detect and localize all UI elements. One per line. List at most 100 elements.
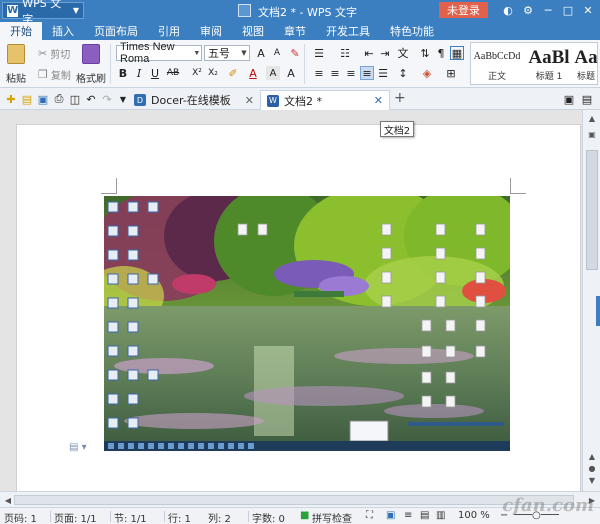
window-title: 文档2 * - WPS 文字 xyxy=(258,6,357,19)
outline-view-icon[interactable]: ≡ xyxy=(404,510,412,521)
format-painter-button[interactable]: 格式刷 xyxy=(76,44,106,85)
scroll-thumb[interactable] xyxy=(586,150,598,270)
distribute-icon[interactable]: ☰ xyxy=(376,66,390,80)
inserted-screenshot-image[interactable] xyxy=(104,196,510,451)
style-heading1[interactable]: AaBl 标题 1 xyxy=(523,43,575,84)
status-word-count[interactable]: 字数: 0 xyxy=(252,510,285,524)
side-panel-toggle[interactable] xyxy=(596,296,600,326)
align-center-icon[interactable]: ≡ xyxy=(328,66,342,80)
login-button[interactable]: 未登录 xyxy=(439,2,488,18)
style-normal[interactable]: AaBbCcDd 正文 xyxy=(471,43,523,84)
underline-icon[interactable]: U xyxy=(148,66,162,80)
close-icon[interactable]: ✕ xyxy=(580,2,596,18)
paragraph-layout-icon[interactable]: ▤ ▾ xyxy=(69,442,87,453)
print-icon[interactable]: ⎙ xyxy=(52,92,66,106)
page-view-icon[interactable]: ▣ xyxy=(386,510,395,521)
settings-icon[interactable]: ⚙ xyxy=(520,2,536,18)
save-icon[interactable]: ▣ xyxy=(36,92,50,106)
numbered-list-icon[interactable]: ☷ xyxy=(338,46,352,60)
menu-tab-review[interactable]: 审阅 xyxy=(190,22,232,40)
menu-tab-references[interactable]: 引用 xyxy=(148,22,190,40)
style-name: 标题 xyxy=(576,72,595,82)
document-tab-bar: ✚ ▤ ▣ ⎙ ◫ ↶ ↷ ▼ D Docer-在线模板 ✕ W 文档2 * ✕… xyxy=(0,88,600,110)
menu-tab-view[interactable]: 视图 xyxy=(232,22,274,40)
align-right-icon[interactable]: ≡ xyxy=(344,66,358,80)
font-color-icon[interactable]: A xyxy=(246,66,260,80)
table-icon[interactable]: ▦ xyxy=(450,46,464,60)
italic-icon[interactable]: I xyxy=(132,66,146,80)
char-border-icon[interactable]: A xyxy=(284,66,298,80)
tab-list-icon[interactable]: ▣ xyxy=(562,92,576,106)
style-gallery: AaBbCcDd 正文 AaBl 标题 1 Aa 标题 xyxy=(470,42,598,85)
chevron-up-icon[interactable]: ▲ xyxy=(586,112,598,124)
tab-document2[interactable]: W 文档2 * ✕ xyxy=(260,90,390,110)
open-folder-icon[interactable]: ▤ xyxy=(20,92,34,106)
full-screen-icon[interactable]: ⛶ xyxy=(366,510,373,521)
font-name-select[interactable]: Times New Roma ▼ xyxy=(116,41,202,65)
justify-icon[interactable]: ≡ xyxy=(360,66,374,80)
tab-docer[interactable]: D Docer-在线模板 ✕ xyxy=(128,90,260,110)
paste-button[interactable]: 粘贴 xyxy=(6,44,26,85)
shading-icon[interactable]: ◈ xyxy=(420,66,434,80)
close-icon[interactable]: ✕ xyxy=(374,94,383,107)
ruler-toggle-icon[interactable]: ▣ xyxy=(586,128,598,140)
save-icon[interactable] xyxy=(238,4,251,17)
borders-icon[interactable]: ⊞ xyxy=(444,66,458,80)
tab-close-all-icon[interactable]: ▤ xyxy=(580,92,594,106)
chevron-left-icon[interactable]: ◀ xyxy=(2,494,14,506)
new-tab-icon[interactable]: + xyxy=(394,90,406,106)
tab-tooltip: 文档2 xyxy=(380,121,414,137)
document-page[interactable]: ▤ ▾ xyxy=(16,124,581,492)
print-preview-icon[interactable]: ◫ xyxy=(68,92,82,106)
bullet-list-icon[interactable]: ☰ xyxy=(312,46,326,60)
highlight-icon[interactable]: ✐ xyxy=(226,66,240,80)
sort-icon[interactable]: ⇅ xyxy=(418,46,432,60)
new-doc-icon[interactable]: ✚ xyxy=(4,92,18,106)
status-row: 行: 1 xyxy=(168,514,191,524)
menu-tab-chapter[interactable]: 章节 xyxy=(274,22,316,40)
clear-format-icon[interactable]: ✎ xyxy=(288,46,302,60)
zoom-level[interactable]: 100 % xyxy=(458,510,490,521)
maximize-icon[interactable]: □ xyxy=(560,2,576,18)
skin-icon[interactable]: ◐ xyxy=(500,2,516,18)
shrink-font-icon[interactable]: A xyxy=(270,46,284,60)
menu-tab-layout[interactable]: 页面布局 xyxy=(84,22,148,40)
line-spacing-icon[interactable]: ↕ xyxy=(396,66,410,80)
font-size-select[interactable]: 五号 ▼ xyxy=(204,45,250,61)
style-heading[interactable]: Aa 标题 xyxy=(573,43,599,84)
show-marks-icon[interactable]: ¶ xyxy=(434,46,448,60)
bold-icon[interactable]: B xyxy=(116,66,130,80)
scroll-thumb[interactable] xyxy=(14,495,574,505)
undo-icon[interactable]: ↶ xyxy=(84,92,98,106)
subscript-icon[interactable]: X₂ xyxy=(206,66,220,80)
menu-bar: 开始 插入 页面布局 引用 审阅 视图 章节 开发工具 特色功能 xyxy=(0,22,600,40)
menu-tab-developer[interactable]: 开发工具 xyxy=(316,22,380,40)
chevron-down-icon[interactable]: ▼ xyxy=(586,474,598,486)
app-menu-button[interactable]: W WPS 文字 ▼ xyxy=(2,0,84,26)
chinese-layout-icon[interactable]: 文 xyxy=(396,46,410,60)
spell-check-toggle[interactable]: 拼写检查 xyxy=(312,510,352,524)
web-view-icon[interactable]: ▤ xyxy=(420,510,429,521)
decrease-indent-icon[interactable]: ⇤ xyxy=(362,46,376,60)
chevron-up-icon[interactable]: ▲ xyxy=(586,450,598,462)
select-browse-icon[interactable]: ● xyxy=(586,462,598,474)
char-shading-icon[interactable]: A xyxy=(266,66,280,80)
cut-button[interactable]: ✂ 剪切 xyxy=(38,46,70,61)
align-left-icon[interactable]: ≡ xyxy=(312,66,326,80)
reading-view-icon[interactable]: ▥ xyxy=(436,510,445,521)
strikethrough-icon[interactable]: AB xyxy=(166,66,180,80)
watermark: cfan.com xyxy=(502,495,594,516)
menu-tab-home[interactable]: 开始 xyxy=(0,22,42,40)
copy-label: 复制 xyxy=(50,71,71,82)
minimize-icon[interactable]: ─ xyxy=(540,2,556,18)
copy-button[interactable]: ❐ 复制 xyxy=(38,67,71,82)
menu-tab-insert[interactable]: 插入 xyxy=(42,22,84,40)
increase-indent-icon[interactable]: ⇥ xyxy=(378,46,392,60)
grow-font-icon[interactable]: A xyxy=(254,46,268,60)
menu-tab-features[interactable]: 特色功能 xyxy=(380,22,444,40)
title-bar: W WPS 文字 ▼ 文档2 * - WPS 文字 未登录 ◐ ⚙ ─ □ ✕ xyxy=(0,0,600,26)
chevron-down-icon: ▼ xyxy=(193,49,201,57)
superscript-icon[interactable]: X² xyxy=(190,66,204,80)
close-icon[interactable]: ✕ xyxy=(245,94,254,107)
redo-icon[interactable]: ↷ xyxy=(100,92,114,106)
